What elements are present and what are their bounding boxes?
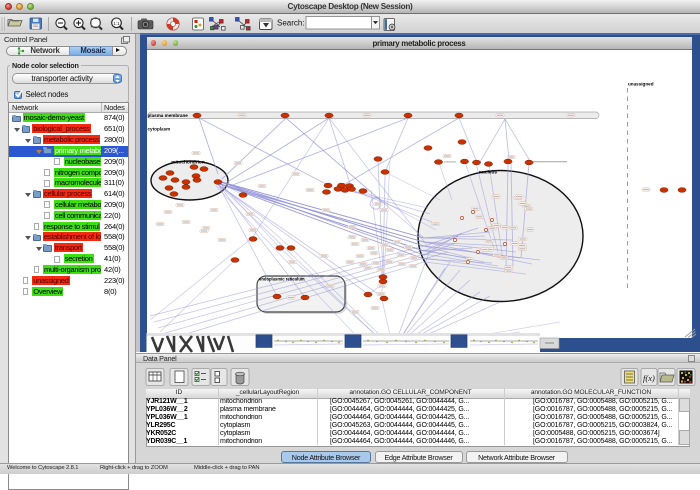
svg-text:plasma membrane: plasma membrane bbox=[148, 113, 189, 118]
svg-text:nucleus: nucleus bbox=[479, 170, 497, 176]
svg-text:endoplasmic reticulum: endoplasmic reticulum bbox=[259, 277, 305, 282]
svg-text:cytoplasm: cytoplasm bbox=[148, 127, 171, 132]
svg-text:unassigned: unassigned bbox=[628, 82, 654, 87]
svg-text:mitochondrion: mitochondrion bbox=[171, 160, 205, 166]
svg-text:f(x): f(x) bbox=[643, 373, 655, 383]
